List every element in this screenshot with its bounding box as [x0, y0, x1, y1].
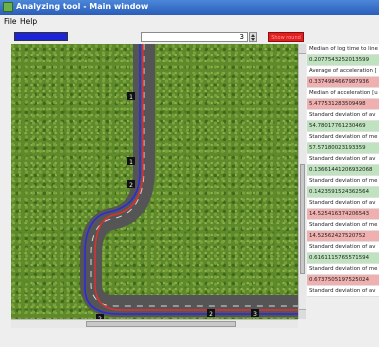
road-surface — [80, 44, 298, 317]
stat-label: Standard deviation of me — [307, 264, 379, 275]
stat-label: Standard deviation of av — [307, 154, 379, 165]
stat-label: Average of acceleration [ — [307, 66, 379, 77]
stat-value: 54.78017761230469 — [307, 121, 379, 132]
title-bar: Analyzing tool - Main window — [0, 0, 379, 15]
spinner-down-icon[interactable] — [251, 38, 255, 41]
blue-trajectory — [84, 44, 298, 315]
track-marker: 2 — [207, 309, 215, 318]
track-marker: 1 — [127, 92, 135, 101]
marker-label: 1 — [129, 94, 133, 101]
stat-value: 57.57180023193359 — [307, 143, 379, 154]
marker-label: 2 — [129, 182, 133, 189]
stat-value: 5.477531283509498 — [307, 99, 379, 110]
stat-label: Standard deviation of av — [307, 286, 379, 297]
stat-label: Standard deviation of me — [307, 176, 379, 187]
stat-label: Median of log time to line — [307, 44, 379, 55]
track-marker: 2 — [127, 180, 135, 189]
stat-value: 0.3374984667987936 — [307, 77, 379, 88]
road-center-line — [90, 44, 298, 307]
stat-label: Median of acceleration [u — [307, 88, 379, 99]
vertical-scroll-thumb[interactable] — [300, 164, 305, 274]
stat-value: 0.1423591524362564 — [307, 187, 379, 198]
menu-help[interactable]: Help — [20, 17, 37, 26]
track-marker: 1 — [127, 157, 135, 166]
app-icon — [3, 2, 13, 12]
show-round-button[interactable]: Show round — [268, 32, 304, 42]
map-horizontal-scrollbar[interactable] — [11, 319, 298, 328]
stat-value: 0.6161115765571594 — [307, 253, 379, 264]
stat-label: Standard deviation of me — [307, 220, 379, 231]
scroll-down-icon[interactable] — [299, 309, 306, 319]
scroll-up-icon[interactable] — [299, 44, 306, 54]
track-marker: 3 — [251, 309, 259, 318]
stat-label: Standard deviation of me — [307, 132, 379, 143]
stat-value: 0.6737505197525024 — [307, 275, 379, 286]
stat-label: Standard deviation of av — [307, 242, 379, 253]
stat-label: Standard deviation of av — [307, 198, 379, 209]
stat-value: 0.13661441206932068 — [307, 165, 379, 176]
map-vertical-scrollbar[interactable] — [298, 44, 306, 319]
stat-value: 14.525416374206543 — [307, 209, 379, 220]
statistics-panel: Median of log time to line 0.207754325201… — [307, 44, 379, 347]
horizontal-scroll-thumb[interactable] — [86, 321, 236, 327]
red-trajectory — [94, 44, 298, 311]
marker-label: 2 — [209, 311, 213, 318]
track-canvas: 1 1 2 2 2 3 — [80, 44, 298, 319]
spinner-up-icon[interactable] — [251, 34, 255, 37]
marker-label: 3 — [253, 311, 257, 318]
track-map[interactable]: 1 1 2 2 2 3 — [11, 44, 298, 319]
stat-value: 14.52562427520752 — [307, 231, 379, 242]
frame-spinner[interactable] — [249, 32, 257, 42]
menu-file[interactable]: File — [4, 17, 17, 26]
stat-label: Standard deviation of av — [307, 110, 379, 121]
stat-value: 0.2077543252013599 — [307, 55, 379, 66]
blue-path-indicator — [14, 32, 68, 41]
window-title: Analyzing tool - Main window — [16, 2, 149, 11]
frame-number-input[interactable]: 3 — [141, 32, 248, 42]
marker-label: 1 — [129, 159, 133, 166]
menu-bar: File Help — [0, 15, 379, 28]
